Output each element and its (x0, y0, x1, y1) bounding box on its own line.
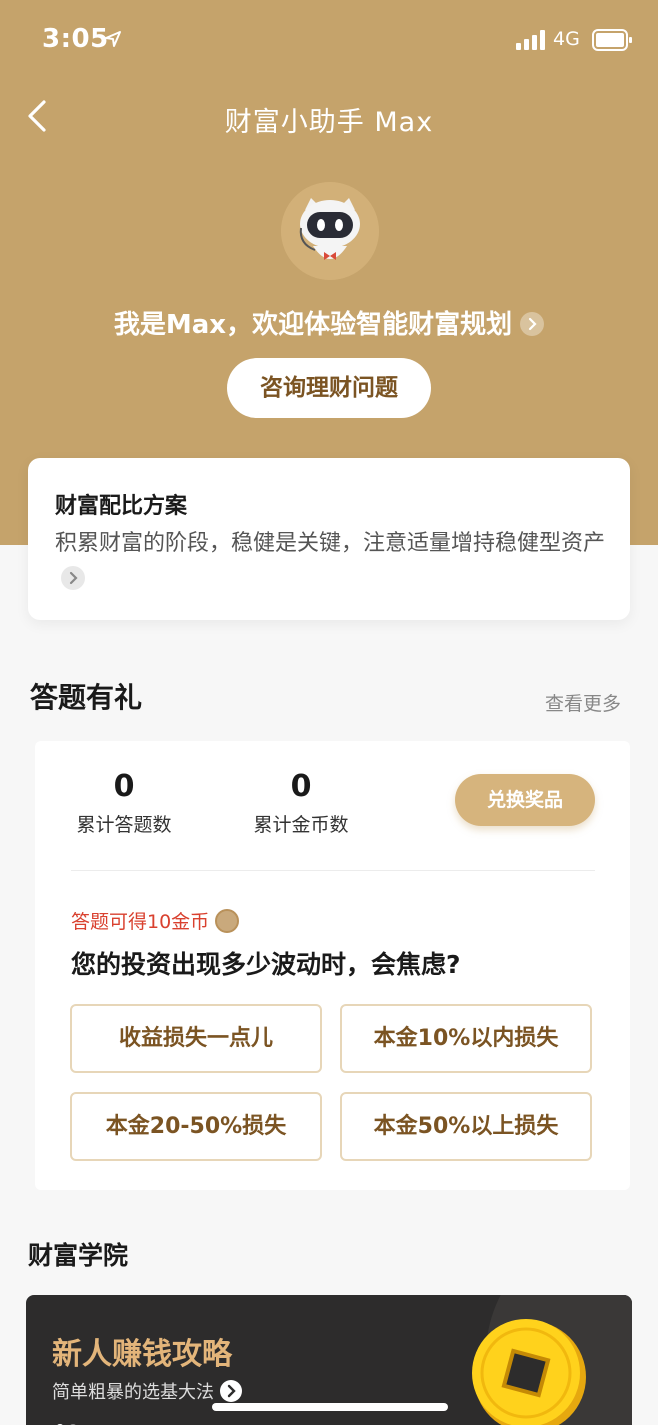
page-title: 财富小助手 Max (224, 107, 434, 138)
quiz-option[interactable]: 本金20-50%损失 (70, 1092, 322, 1161)
stat-value: 0 (290, 769, 312, 804)
plan-title: 财富配比方案 (55, 494, 188, 519)
wealth-plan-card[interactable]: 财富配比方案 积累财富的阶段，稳健是关键，注意适量增持稳健型资产 (28, 458, 630, 620)
reward-text: 答题可得10金币 (71, 911, 210, 933)
nav-bar: 财富小助手 Max (0, 92, 658, 142)
status-bar: 3:05 4G (0, 0, 658, 80)
banner-title: 新人赚钱攻略 (52, 1337, 232, 1372)
gold-coin-icon (472, 1319, 586, 1425)
coin-count-stat: 0 累计金币数 (247, 769, 355, 837)
robot-avatar-icon (281, 182, 379, 280)
greeting-text: 我是Max，欢迎体验智能财富规划 (113, 310, 513, 340)
stat-label: 累计金币数 (253, 814, 349, 836)
chevron-right-icon (520, 311, 545, 336)
signal-icon (516, 30, 545, 50)
location-arrow-icon (105, 31, 121, 47)
stat-value: 0 (113, 769, 135, 804)
quiz-option[interactable]: 本金50%以上损失 (340, 1092, 592, 1161)
chevron-right-icon (61, 566, 85, 590)
plan-description-block: 积累财富的阶段，稳健是关键，注意适量增持稳健型资产 (55, 526, 605, 598)
reward-hint: 答题可得10金币 (71, 907, 240, 935)
status-time: 3:05 (42, 24, 109, 54)
quiz-section-title: 答题有礼 (30, 681, 143, 714)
quiz-option[interactable]: 收益损失一点儿 (70, 1004, 322, 1073)
quiz-option[interactable]: 本金10%以内损失 (340, 1004, 592, 1073)
answered-count-stat: 0 累计答题数 (71, 769, 177, 837)
see-more-link[interactable]: 查看更多 (545, 689, 621, 716)
greeting-link[interactable]: 我是Max，欢迎体验智能财富规划 (0, 304, 658, 341)
redeem-prize-button[interactable]: 兑换奖品 (455, 774, 595, 826)
carousel-dots (56, 1417, 82, 1425)
quiz-question: 您的投资出现多少波动时，会焦虑? (71, 950, 461, 979)
banner-subtitle: 简单粗暴的选基大法 (52, 1382, 214, 1403)
divider (71, 870, 595, 871)
chevron-right-icon (220, 1380, 242, 1402)
banner-subtitle-block: 简单粗暴的选基大法 (52, 1378, 242, 1404)
academy-section-title: 财富学院 (28, 1241, 129, 1270)
stat-label: 累计答题数 (76, 814, 172, 836)
home-indicator (212, 1403, 448, 1411)
quiz-card: 0 累计答题数 0 累计金币数 兑换奖品 答题可得10金币 您的投资出现多少波动… (35, 741, 630, 1190)
battery-icon (592, 29, 632, 51)
coin-icon (215, 908, 240, 933)
plan-description: 积累财富的阶段，稳健是关键，注意适量增持稳健型资产 (55, 531, 606, 556)
consult-button[interactable]: 咨询理财问题 (227, 358, 431, 418)
network-label: 4G (553, 28, 580, 50)
